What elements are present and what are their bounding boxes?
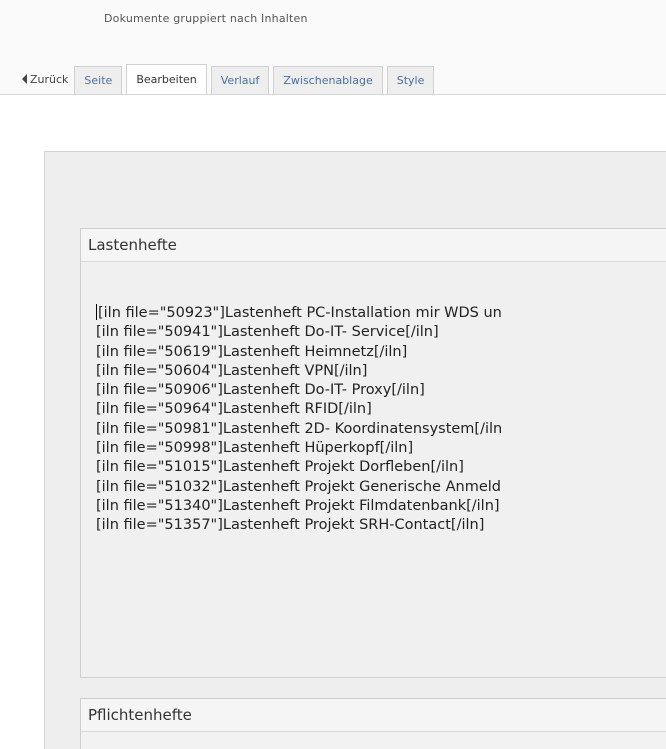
toolbar-tabs: Zurück Seite Bearbeiten Verlauf Zwischen… <box>20 64 666 94</box>
editor-panel: Lastenhefte [iln file="50923"]Lastenheft… <box>44 151 666 749</box>
shortcode-line[interactable]: [iln file="50998"]Lastenheft Hüperkopf[/… <box>96 439 502 458</box>
text-cursor <box>96 304 97 320</box>
shortcode-line[interactable]: [iln file="51357"]Lastenheft Projekt SRH… <box>96 516 502 535</box>
back-button-label: Zurück <box>30 72 69 86</box>
shortcode-line[interactable]: [iln file="50981"]Lastenheft 2D- Koordin… <box>96 420 502 439</box>
group-lastenhefte: Lastenhefte [iln file="50923"]Lastenheft… <box>80 228 666 678</box>
shortcode-line[interactable]: [iln file="50923"]Lastenheft PC-Installa… <box>96 304 502 323</box>
tab-zwischenablage[interactable]: Zwischenablage <box>273 66 383 94</box>
tab-bearbeiten[interactable]: Bearbeiten <box>126 64 207 94</box>
shortcode-line[interactable]: [iln file="50964"]Lastenheft RFID[/iln] <box>96 400 502 419</box>
shortcode-line[interactable]: [iln file="51340"]Lastenheft Projekt Fil… <box>96 497 502 516</box>
tab-style[interactable]: Style <box>386 66 435 94</box>
group-title-pflichtenhefte: Pflichtenhefte <box>81 699 666 732</box>
shortcode-list: [iln file="50923"]Lastenheft PC-Installa… <box>96 304 502 536</box>
shortcode-line[interactable]: [iln file="51015"]Lastenheft Projekt Dor… <box>96 458 502 477</box>
group-title-lastenhefte: Lastenhefte <box>81 229 666 262</box>
editor-content-area: Lastenhefte [iln file="50923"]Lastenheft… <box>0 94 666 749</box>
back-button[interactable]: Zurück <box>20 64 74 94</box>
tab-verlauf[interactable]: Verlauf <box>210 66 270 94</box>
shortcode-line[interactable]: [iln file="50941"]Lastenheft Do-IT- Serv… <box>96 323 502 342</box>
group-pflichtenhefte: Pflichtenhefte <box>80 698 666 749</box>
shortcode-line[interactable]: [iln file="50906"]Lastenheft Do-IT- Prox… <box>96 381 502 400</box>
shortcode-line[interactable]: [iln file="51032"]Lastenheft Projekt Gen… <box>96 478 502 497</box>
shortcode-line[interactable]: [iln file="50619"]Lastenheft Heimnetz[/i… <box>96 343 502 362</box>
page-subtitle: Dokumente gruppiert nach Inhalten <box>104 12 308 25</box>
page: Dokumente gruppiert nach Inhalten Zurück… <box>0 0 666 749</box>
back-arrow-icon <box>22 74 27 84</box>
tab-seite[interactable]: Seite <box>74 66 123 94</box>
shortcode-line[interactable]: [iln file="50604"]Lastenheft VPN[/iln] <box>96 362 502 381</box>
group-editor-lastenhefte[interactable]: [iln file="50923"]Lastenheft PC-Installa… <box>81 262 666 677</box>
